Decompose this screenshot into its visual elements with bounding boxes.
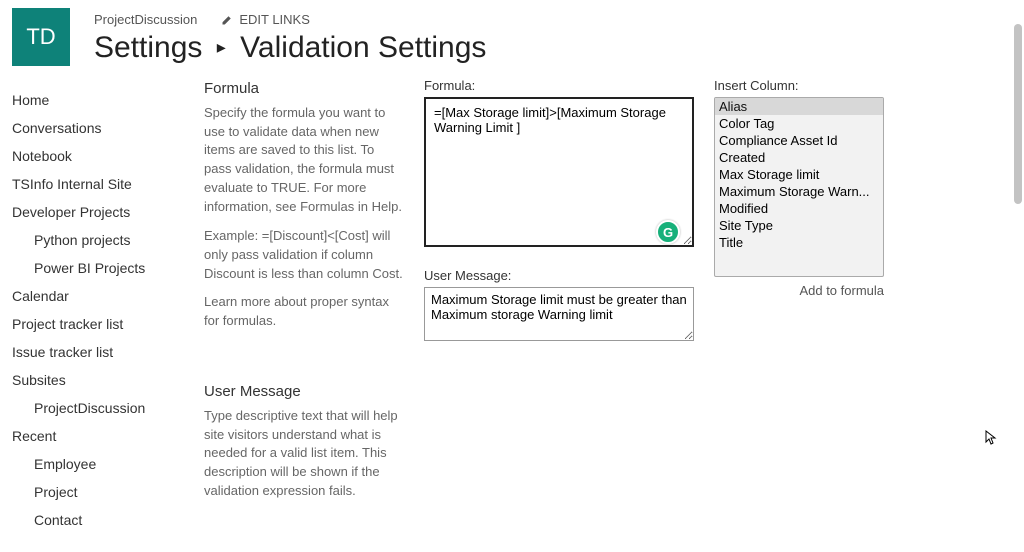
usermsg-section-heading: User Message [204,381,404,403]
formula-desc-2: Example: =[Discount]<[Cost] will only pa… [204,227,404,284]
page-title: Settings ▸ Validation Settings [94,29,1012,65]
column-option[interactable]: Max Storage limit [715,166,883,183]
sidebar-item-developer-projects[interactable]: Developer Projects [12,198,180,226]
insert-column-label: Insert Column: [714,78,894,93]
mouse-cursor-icon [984,430,1000,446]
site-name[interactable]: ProjectDiscussion [94,12,197,27]
formula-section-heading: Formula [204,78,404,100]
edit-links[interactable]: EDIT LINKS [221,12,310,27]
sidebar-item-conversations[interactable]: Conversations [12,114,180,142]
column-option[interactable]: Alias [715,98,883,115]
scrollbar-thumb[interactable] [1014,24,1022,204]
formula-desc-3: Learn more about proper syntax for formu… [204,293,404,331]
edit-links-label: EDIT LINKS [239,12,310,27]
column-option[interactable]: Site Type [715,217,883,234]
column-option[interactable]: Modified [715,200,883,217]
breadcrumb-current: Validation Settings [240,31,486,64]
grammarly-icon[interactable]: G [656,220,680,244]
sidebar-item-employee[interactable]: Employee [12,450,180,478]
sidebar: HomeConversationsNotebookTSInfo Internal… [12,78,180,534]
formula-textarea[interactable] [424,97,694,247]
usermsg-label: User Message: [424,268,694,283]
pencil-icon [221,14,233,26]
sidebar-item-home[interactable]: Home [12,86,180,114]
breadcrumb-settings[interactable]: Settings [94,31,202,64]
usermsg-desc: Type descriptive text that will help sit… [204,407,404,501]
sidebar-item-tsinfo-internal-site[interactable]: TSInfo Internal Site [12,170,180,198]
column-option[interactable]: Created [715,149,883,166]
formula-desc-1: Specify the formula you want to use to v… [204,104,404,217]
insert-column-listbox[interactable]: AliasColor TagCompliance Asset IdCreated… [714,97,884,277]
column-option[interactable]: Maximum Storage Warn... [715,183,883,200]
column-option[interactable]: Compliance Asset Id [715,132,883,149]
breadcrumb-caret-icon: ▸ [217,37,226,58]
sidebar-item-contact[interactable]: Contact [12,506,180,534]
formula-label: Formula: [424,78,694,93]
site-logo-text: TD [26,24,55,50]
sidebar-item-calendar[interactable]: Calendar [12,282,180,310]
column-option[interactable]: Color Tag [715,115,883,132]
sidebar-item-python-projects[interactable]: Python projects [12,226,180,254]
sidebar-item-subsites[interactable]: Subsites [12,366,180,394]
sidebar-item-issue-tracker-list[interactable]: Issue tracker list [12,338,180,366]
page-scrollbar[interactable] [1014,4,1022,544]
sidebar-item-project[interactable]: Project [12,478,180,506]
sidebar-item-notebook[interactable]: Notebook [12,142,180,170]
site-logo[interactable]: TD [12,8,70,66]
usermsg-textarea[interactable] [424,287,694,341]
sidebar-item-project-tracker-list[interactable]: Project tracker list [12,310,180,338]
column-option[interactable]: Title [715,234,883,251]
sidebar-item-recent[interactable]: Recent [12,422,180,450]
sidebar-item-power-bi-projects[interactable]: Power BI Projects [12,254,180,282]
sidebar-item-projectdiscussion[interactable]: ProjectDiscussion [12,394,180,422]
add-to-formula-link[interactable]: Add to formula [714,283,884,298]
